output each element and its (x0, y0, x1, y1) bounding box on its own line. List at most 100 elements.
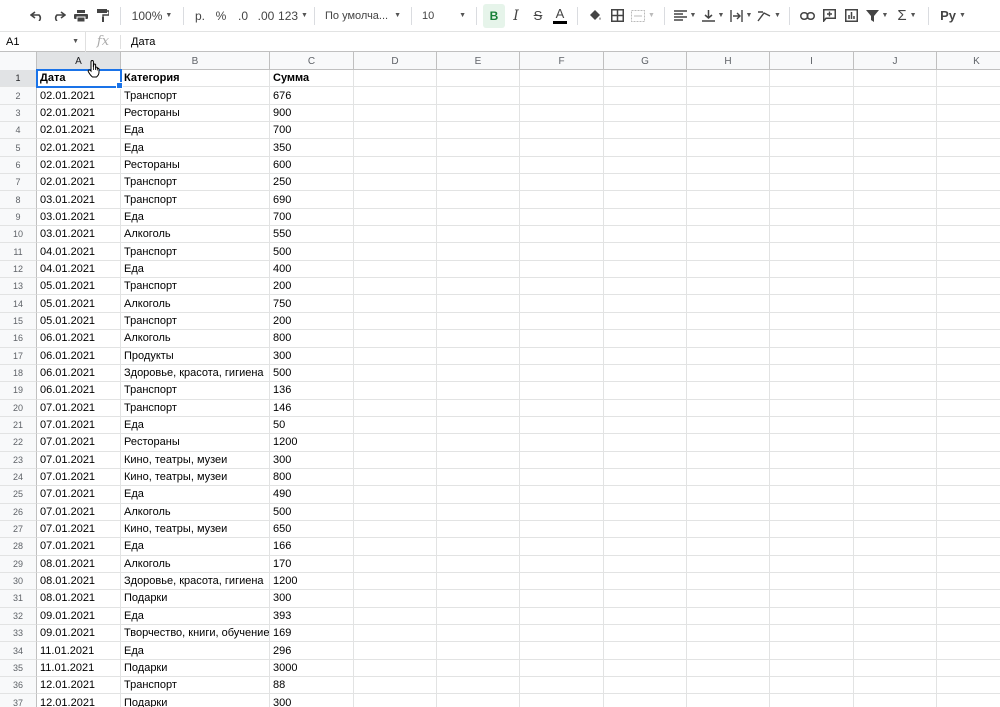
row-header[interactable]: 30 (0, 572, 37, 591)
column-header-a[interactable]: A (37, 52, 121, 70)
cell-category[interactable]: Здоровье, красота, гигиена (121, 364, 270, 383)
cell-empty[interactable] (687, 70, 770, 88)
cell-empty[interactable] (937, 191, 1000, 209)
cell-empty[interactable] (520, 538, 604, 556)
cell-category[interactable]: Еда (121, 416, 270, 435)
cell-category[interactable]: Продукты (121, 347, 270, 365)
cell-empty[interactable] (354, 486, 437, 504)
cell-empty[interactable] (937, 243, 1000, 261)
cell-date[interactable]: 05.01.2021 (37, 295, 121, 313)
cell-empty[interactable] (687, 416, 770, 435)
cell-empty[interactable] (854, 642, 937, 660)
cell-empty[interactable] (520, 399, 604, 417)
insert-link-icon[interactable] (796, 4, 818, 28)
cell-amount[interactable]: 600 (270, 156, 354, 175)
cell-empty[interactable] (437, 156, 520, 175)
insert-comment-icon[interactable] (818, 4, 840, 28)
cell-amount[interactable]: 136 (270, 382, 354, 400)
cell-category[interactable]: Алкоголь (121, 555, 270, 573)
cell-empty[interactable] (604, 260, 687, 279)
cell-date[interactable]: 06.01.2021 (37, 364, 121, 383)
cell-empty[interactable] (937, 521, 1000, 539)
cell-empty[interactable] (937, 226, 1000, 244)
cell-empty[interactable] (437, 243, 520, 261)
cell-empty[interactable] (937, 608, 1000, 625)
cell-empty[interactable] (937, 694, 1000, 707)
cell-empty[interactable] (354, 694, 437, 707)
cell-category[interactable]: Транспорт (121, 243, 270, 261)
cell-empty[interactable] (520, 347, 604, 365)
cell-empty[interactable] (604, 312, 687, 331)
cell-empty[interactable] (854, 87, 937, 105)
cell-category[interactable]: Кино, театры, музеи (121, 468, 270, 487)
cell-empty[interactable] (604, 382, 687, 400)
cell-date[interactable]: 05.01.2021 (37, 278, 121, 296)
cell-empty[interactable] (520, 330, 604, 348)
cell-empty[interactable] (937, 660, 1000, 678)
cell-empty[interactable] (354, 139, 437, 157)
font-select[interactable]: По умолча... ▼ (321, 4, 405, 28)
merge-cells-button[interactable]: ▼ (628, 4, 658, 28)
cell-empty[interactable] (437, 555, 520, 573)
cell-empty[interactable] (770, 278, 854, 296)
cell-empty[interactable] (854, 468, 937, 487)
cell-empty[interactable] (437, 468, 520, 487)
cell-empty[interactable] (437, 330, 520, 348)
cell-date[interactable]: 11.01.2021 (37, 642, 121, 660)
cell-empty[interactable] (687, 451, 770, 469)
cell-empty[interactable] (437, 503, 520, 521)
cell-empty[interactable] (604, 572, 687, 591)
cell-empty[interactable] (520, 243, 604, 261)
cell-empty[interactable] (520, 139, 604, 157)
cell-empty[interactable] (687, 659, 770, 678)
cell-empty[interactable] (354, 416, 437, 435)
cell-amount[interactable]: 690 (270, 191, 354, 209)
name-box[interactable]: A1 ▼ (0, 31, 86, 52)
cell-empty[interactable] (437, 226, 520, 244)
cell-empty[interactable] (687, 555, 770, 573)
cell-amount[interactable]: 146 (270, 399, 354, 417)
cell-empty[interactable] (854, 122, 937, 140)
cell-empty[interactable] (520, 451, 604, 469)
cell-empty[interactable] (354, 295, 437, 313)
cell-amount[interactable]: 700 (270, 122, 354, 140)
cell-empty[interactable] (937, 382, 1000, 400)
cell-date[interactable]: 02.01.2021 (37, 104, 121, 123)
cell-empty[interactable] (520, 555, 604, 573)
column-header-i[interactable]: I (770, 52, 854, 70)
redo-icon[interactable] (48, 4, 70, 28)
cell-empty[interactable] (937, 452, 1000, 469)
cell-empty[interactable] (770, 677, 854, 695)
cell-date[interactable]: 06.01.2021 (37, 347, 121, 365)
cell-empty[interactable] (770, 295, 854, 313)
cell-empty[interactable] (687, 625, 770, 643)
row-header[interactable]: 9 (0, 208, 37, 227)
cell-empty[interactable] (937, 486, 1000, 504)
cell-empty[interactable] (937, 209, 1000, 227)
row-header[interactable]: 15 (0, 312, 37, 331)
cell-empty[interactable] (520, 694, 604, 707)
cell-category[interactable]: Алкоголь (121, 295, 270, 313)
cell-empty[interactable] (854, 503, 937, 521)
cell-amount[interactable]: 900 (270, 104, 354, 123)
cell-empty[interactable] (520, 486, 604, 504)
cell-empty[interactable] (854, 520, 937, 539)
cell-date[interactable]: 07.01.2021 (37, 486, 121, 504)
input-tools-button[interactable]: Ру ▼ (935, 4, 971, 28)
cell-empty[interactable] (520, 642, 604, 660)
cell-category[interactable]: Рестораны (121, 434, 270, 452)
cell-date[interactable]: 03.01.2021 (37, 208, 121, 227)
cell-date[interactable]: 08.01.2021 (37, 555, 121, 573)
cell-amount[interactable]: 500 (270, 503, 354, 521)
cell-empty[interactable] (437, 260, 520, 279)
cell-empty[interactable] (770, 416, 854, 435)
row-header[interactable]: 10 (0, 226, 37, 244)
cell-empty[interactable] (687, 191, 770, 209)
cell-empty[interactable] (854, 434, 937, 452)
column-header-d[interactable]: D (354, 52, 437, 70)
cell-empty[interactable] (854, 538, 937, 556)
row-header[interactable]: 12 (0, 260, 37, 279)
currency-format-button[interactable]: р. (190, 4, 210, 28)
cell-empty[interactable] (770, 191, 854, 209)
cell-date[interactable]: 07.01.2021 (37, 399, 121, 417)
